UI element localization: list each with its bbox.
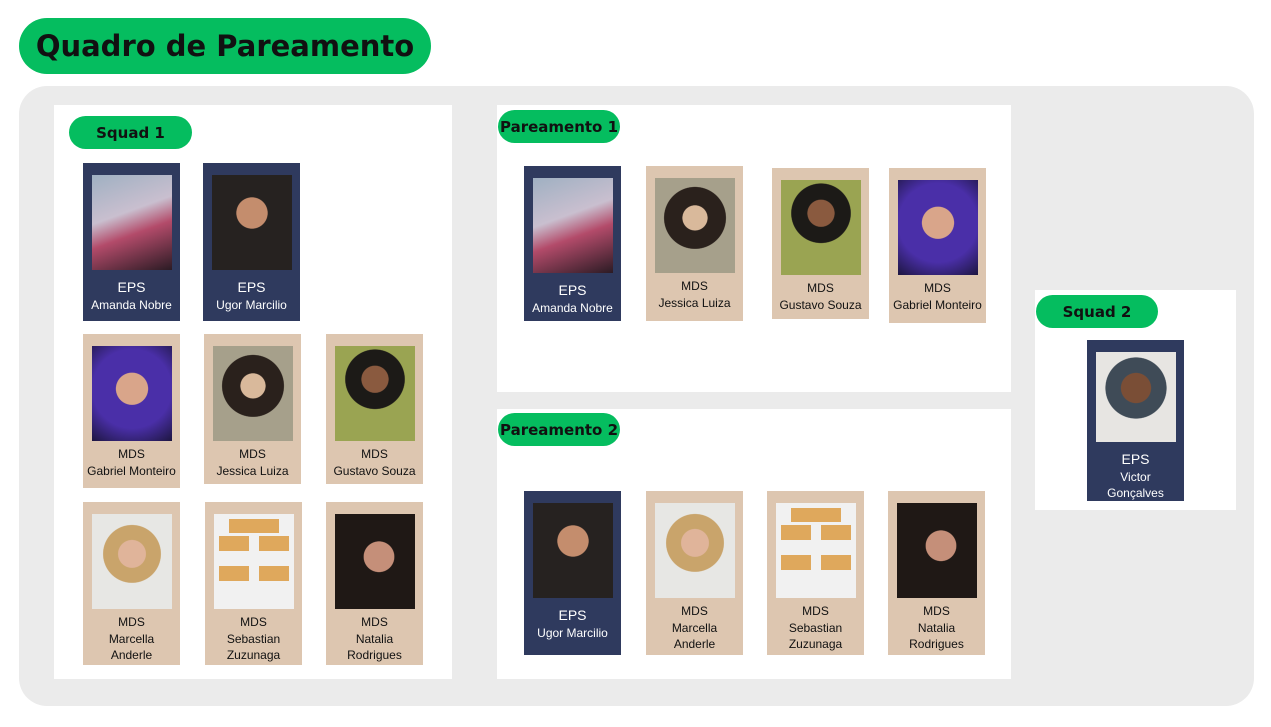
- avatar: [91, 346, 172, 441]
- member-role: MDS: [923, 604, 950, 618]
- avatar: [896, 503, 977, 598]
- member-name: Natalia Rodrigues: [909, 621, 964, 651]
- member-role: MDS: [361, 447, 388, 461]
- member-name: Ugor Marcilio: [216, 298, 287, 312]
- avatar: [897, 180, 978, 275]
- member-card-marcella-anderle: MDS Marcella Anderle: [83, 502, 180, 665]
- placeholder-image-icon: [775, 503, 856, 598]
- avatar: [211, 175, 292, 270]
- member-name: Sebastian Zuzunaga: [226, 632, 281, 662]
- avatar: [334, 346, 415, 441]
- member-role: MDS: [924, 281, 951, 295]
- avatar: [91, 175, 172, 270]
- member-card-amanda-nobre: EPS Amanda Nobre: [524, 166, 621, 321]
- member-card-gustavo-souza: MDS Gustavo Souza: [772, 168, 869, 319]
- member-card-gustavo-souza: MDS Gustavo Souza: [326, 334, 423, 484]
- member-card-ugor-marcilio: EPS Ugor Marcilio: [203, 163, 300, 321]
- member-card-jessica-luiza: MDS Jessica Luiza: [646, 166, 743, 321]
- avatar: [334, 514, 415, 609]
- member-name: Gustavo Souza: [333, 464, 416, 478]
- member-name: Jessica Luiza: [216, 464, 289, 478]
- member-role: MDS: [802, 604, 829, 618]
- avatar: [1095, 352, 1176, 442]
- member-role: MDS: [118, 615, 145, 629]
- member-role: MDS: [681, 279, 708, 293]
- member-name: Natalia Rodrigues: [347, 632, 402, 662]
- avatar: [532, 503, 613, 598]
- avatar: [532, 178, 613, 273]
- avatar: [654, 178, 735, 273]
- member-name: Jessica Luiza: [658, 296, 731, 310]
- member-name: Amanda Nobre: [91, 298, 172, 312]
- member-card-sebastian-zuzunaga: MDS Sebastian Zuzunaga: [767, 491, 864, 655]
- member-name: Sebastian Zuzunaga: [788, 621, 843, 651]
- member-card-victor-goncalves: EPS Victor Gonçalves: [1087, 340, 1184, 501]
- avatar: [654, 503, 735, 598]
- member-card-amanda-nobre: EPS Amanda Nobre: [83, 163, 180, 321]
- member-name: Victor Gonçalves: [1107, 470, 1164, 500]
- squad1-label: Squad 1: [69, 116, 192, 149]
- placeholder-image-icon: [213, 514, 294, 609]
- member-role: MDS: [118, 447, 145, 461]
- member-name: Gabriel Monteiro: [893, 298, 982, 312]
- pareamento1-label: Pareamento 1: [498, 110, 620, 143]
- member-role: EPS: [558, 607, 587, 623]
- avatar: [91, 514, 172, 609]
- member-role: EPS: [1121, 451, 1150, 467]
- member-card-ugor-marcilio: EPS Ugor Marcilio: [524, 491, 621, 655]
- member-name: Marcella Anderle: [108, 632, 155, 662]
- member-card-sebastian-zuzunaga: MDS Sebastian Zuzunaga: [205, 502, 302, 665]
- page-title: Quadro de Pareamento: [19, 18, 431, 74]
- member-role: EPS: [117, 279, 146, 295]
- avatar: [212, 346, 293, 441]
- member-name: Marcella Anderle: [671, 621, 718, 651]
- member-role: EPS: [558, 282, 587, 298]
- member-name: Gustavo Souza: [779, 298, 862, 312]
- member-card-natalia-rodrigues: MDS Natalia Rodrigues: [326, 502, 423, 665]
- member-role: MDS: [807, 281, 834, 295]
- member-role: MDS: [681, 604, 708, 618]
- member-name: Amanda Nobre: [532, 301, 613, 315]
- squad2-label: Squad 2: [1036, 295, 1158, 328]
- member-card-natalia-rodrigues: MDS Natalia Rodrigues: [888, 491, 985, 655]
- member-role: MDS: [361, 615, 388, 629]
- member-role: EPS: [237, 279, 266, 295]
- pareamento2-label: Pareamento 2: [498, 413, 620, 446]
- avatar: [780, 180, 861, 275]
- member-card-jessica-luiza: MDS Jessica Luiza: [204, 334, 301, 484]
- member-name: Gabriel Monteiro: [87, 464, 176, 478]
- member-role: MDS: [239, 447, 266, 461]
- member-card-marcella-anderle: MDS Marcella Anderle: [646, 491, 743, 655]
- member-card-gabriel-monteiro: MDS Gabriel Monteiro: [83, 334, 180, 488]
- member-role: MDS: [240, 615, 267, 629]
- member-name: Ugor Marcilio: [537, 626, 608, 640]
- member-card-gabriel-monteiro: MDS Gabriel Monteiro: [889, 168, 986, 323]
